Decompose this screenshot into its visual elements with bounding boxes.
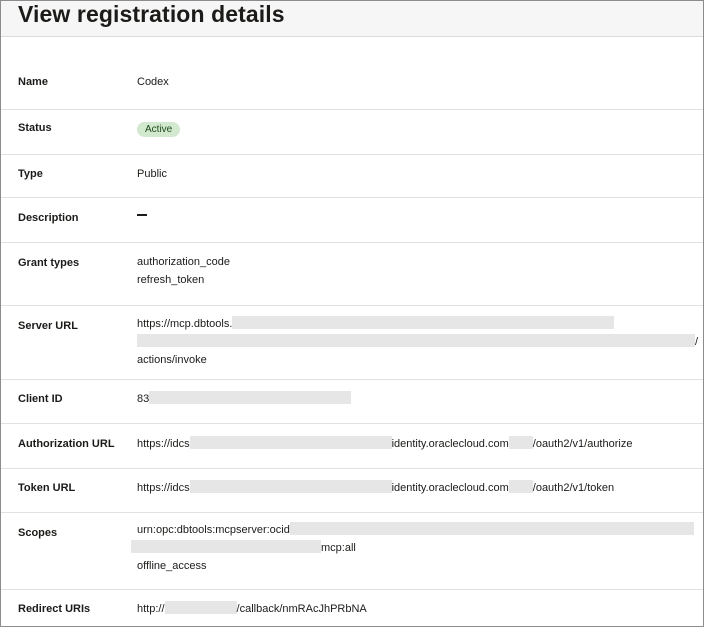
registration-details-panel: View registration details Name Codex Sta… xyxy=(0,0,704,627)
client-id-label: Client ID xyxy=(18,393,63,405)
detail-row-status: Status Active xyxy=(1,110,703,155)
authorization-url-prefix: https://idcs xyxy=(137,438,190,450)
redacted-block xyxy=(289,522,694,535)
status-label: Status xyxy=(18,122,52,134)
type-label: Type xyxy=(18,168,43,180)
detail-row-token-url: Token URL https://idcs identity.oracleclo… xyxy=(1,469,703,513)
name-value-wrap: Codex xyxy=(137,73,259,91)
redacted-block xyxy=(189,436,392,449)
authorization-url-value: https://idcs identity.oraclecloud.com/oau… xyxy=(137,435,632,453)
redacted-block xyxy=(137,334,695,347)
detail-row-description: Description xyxy=(1,198,703,243)
scope-line-2: mcp:all xyxy=(131,539,694,557)
token-url-host: identity.oraclecloud.com xyxy=(391,482,509,494)
detail-row-type: Type Public xyxy=(1,155,703,198)
server-url-tail: actions/invoke xyxy=(137,354,207,366)
empty-dash xyxy=(137,214,147,216)
server-url-label: Server URL xyxy=(18,320,78,332)
status-value-wrap: Active xyxy=(137,120,181,138)
scopes-value: urn:opc:dbtools:mcpserver:ocid mcp:all o… xyxy=(131,521,694,575)
details-list: Name Codex Status Active Type Public Des… xyxy=(1,37,703,626)
detail-row-server-url: Server URL https://mcp.dbtools. / action… xyxy=(1,306,703,380)
redirect-uri-tail: nmRAcJhPRbNA xyxy=(282,603,367,615)
redacted-block xyxy=(170,74,259,88)
scopes-label: Scopes xyxy=(18,527,58,539)
redacted-block xyxy=(131,540,321,553)
status-badge: Active xyxy=(137,122,181,137)
redirect-uris-label: Redirect URIs xyxy=(18,603,91,615)
description-label: Description xyxy=(18,212,79,224)
grant-type-item: refresh_token xyxy=(137,274,205,286)
redacted-block xyxy=(164,601,237,614)
redacted-block xyxy=(508,436,533,449)
token-url-prefix: https://idcs xyxy=(137,482,190,494)
redacted-block xyxy=(232,316,615,329)
scope-prefix: urn:opc:dbtools:mcpserver:ocid xyxy=(137,524,290,536)
server-url-line-2: / xyxy=(137,333,698,351)
token-url-path: /oauth2/v1/token xyxy=(532,482,615,494)
redirect-uris-value: http:// /callback/nmRAcJhPRbNA xyxy=(137,600,381,618)
authorization-url-path: /oauth2/v1/authorize xyxy=(532,438,633,450)
redacted-block xyxy=(366,601,381,615)
grant-type-item: authorization_code xyxy=(137,256,230,268)
scope-tail: mcp:all xyxy=(321,542,356,554)
detail-row-authorization-url: Authorization URL https://idcs identity.o… xyxy=(1,424,703,469)
server-url-line-1: https://mcp.dbtools. xyxy=(137,315,698,333)
client-id-prefix: 83 xyxy=(137,393,150,405)
description-value xyxy=(137,208,147,226)
grant-types-value: authorization_code refresh_token xyxy=(137,253,230,289)
redacted-block xyxy=(508,480,533,493)
client-id-value: 83 xyxy=(137,390,352,408)
page-title: View registration details xyxy=(18,1,285,27)
token-url-label: Token URL xyxy=(18,482,76,494)
detail-row-client-id: Client ID 83 xyxy=(1,380,703,424)
name-value: Codex xyxy=(137,76,169,88)
detail-row-scopes: Scopes urn:opc:dbtools:mcpserver:ocid mc… xyxy=(1,513,703,590)
grant-types-label: Grant types xyxy=(18,257,80,269)
server-url-value: https://mcp.dbtools. / actions/invoke xyxy=(137,315,698,369)
server-url-prefix: https://mcp.dbtools. xyxy=(137,318,233,330)
authorization-url-label: Authorization URL xyxy=(18,438,115,450)
server-url-slash: / xyxy=(695,336,699,348)
scope-line-1: urn:opc:dbtools:mcpserver:ocid xyxy=(137,521,694,539)
type-value: Public xyxy=(137,168,167,180)
detail-row-redirect-uris: Redirect URIs http:// /callback/nmRAcJhPR… xyxy=(1,590,703,626)
authorization-url-host: identity.oraclecloud.com xyxy=(391,438,509,450)
redacted-block xyxy=(149,391,352,404)
redirect-uri-path: /callback/ xyxy=(236,603,283,615)
detail-row-name: Name Codex xyxy=(1,37,703,110)
detail-row-grant-types: Grant types authorization_code refresh_t… xyxy=(1,243,703,306)
scope-line-3: offline_access xyxy=(137,560,207,572)
name-label: Name xyxy=(18,76,48,88)
redacted-block xyxy=(189,480,392,493)
token-url-value: https://idcs identity.oraclecloud.com/oau… xyxy=(137,479,614,497)
redirect-uri-prefix: http:// xyxy=(137,603,165,615)
page-header: View registration details xyxy=(1,1,703,37)
